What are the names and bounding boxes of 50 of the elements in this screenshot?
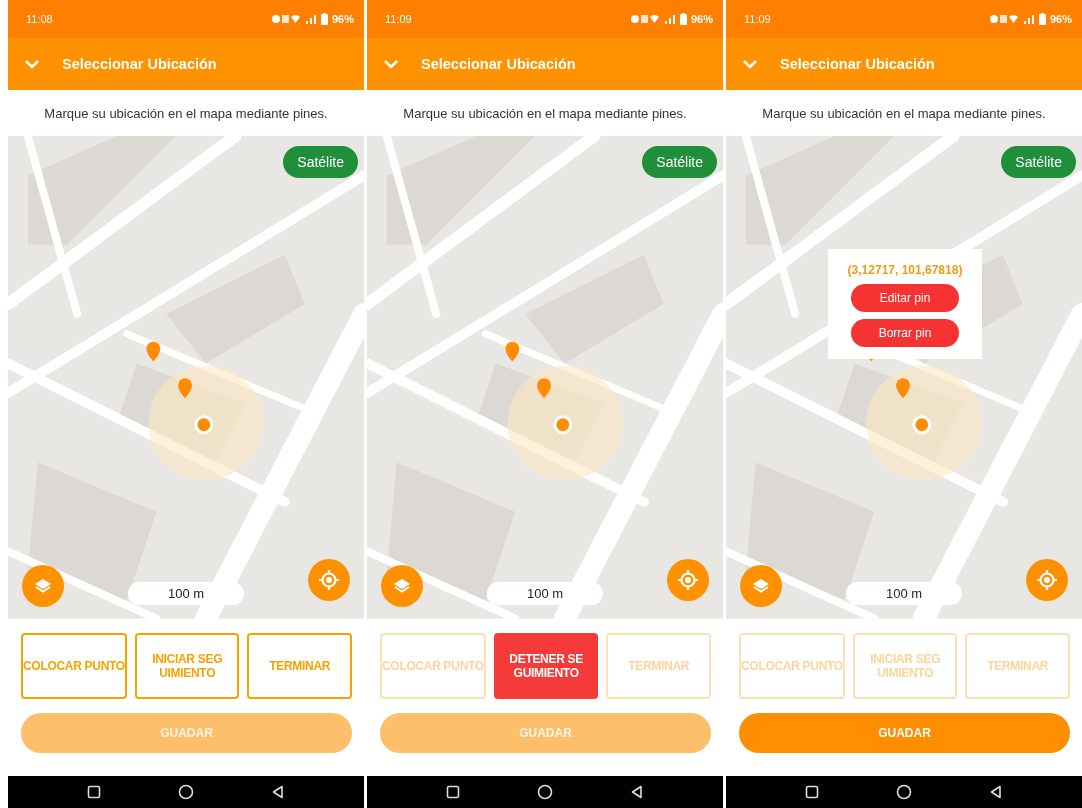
- my-location-icon: [677, 569, 699, 592]
- status-icons: [629, 13, 660, 24]
- satellite-button[interactable]: Satélite: [642, 146, 717, 179]
- battery-icon: [1038, 12, 1046, 25]
- battery-icon: [320, 12, 328, 25]
- instruction-text: Marque su ubicación en el mapa mediante pines.: [761, 104, 1047, 123]
- status-icons: [270, 13, 301, 24]
- my-location-icon: [1036, 569, 1058, 592]
- status-time: 11:08: [26, 12, 53, 25]
- home-icon[interactable]: [537, 784, 553, 801]
- instruction-text: Marque su ubicación en el mapa mediante pines.: [402, 104, 688, 123]
- map-scale: 100 m: [486, 582, 604, 606]
- signal-icon: [663, 13, 676, 24]
- action-button[interactable]: TERMINAR: [247, 633, 352, 700]
- back-icon[interactable]: [271, 785, 286, 800]
- battery-level: 96%: [690, 12, 713, 25]
- pin-coordinates: (3,12717, 101,67818): [847, 263, 963, 278]
- status-icons: [988, 13, 1019, 24]
- map-view[interactable]: Satélite 100 m: [8, 136, 364, 620]
- back-icon[interactable]: [630, 785, 645, 800]
- recents-icon[interactable]: [86, 785, 101, 800]
- satellite-button[interactable]: Satélite: [1001, 146, 1076, 179]
- signal-icon: [304, 13, 317, 24]
- map-scale: 100 m: [127, 582, 245, 606]
- my-location-icon: [318, 569, 340, 592]
- pin-action-button[interactable]: Borrar pin: [851, 319, 959, 348]
- action-button[interactable]: DETENER SE GUIMIENTO: [493, 633, 599, 700]
- map-scale: 100 m: [845, 582, 963, 606]
- header-title: Seleccionar Ubicación: [421, 55, 576, 72]
- recents-icon[interactable]: [445, 785, 460, 800]
- battery-icon: [679, 12, 687, 25]
- signal-icon: [1022, 13, 1035, 24]
- header-title: Seleccionar Ubicación: [62, 55, 217, 72]
- header-title: Seleccionar Ubicación: [780, 55, 935, 72]
- battery-level: 96%: [1049, 12, 1072, 25]
- pin-action-button[interactable]: Editar pin: [851, 284, 959, 313]
- status-time: 11:09: [385, 12, 412, 25]
- home-icon[interactable]: [896, 784, 912, 801]
- save-button[interactable]: GUADAR: [739, 713, 1070, 754]
- instruction-text: Marque su ubicación en el mapa mediante pines.: [43, 104, 329, 123]
- map-view[interactable]: Satélite 100 m (3,12717, 101,67818) Editar pin Borrar pin: [726, 136, 1082, 620]
- satellite-button[interactable]: Satélite: [283, 146, 358, 179]
- home-icon[interactable]: [178, 784, 194, 801]
- action-button[interactable]: INICIAR SEG UIMIENTO: [134, 633, 240, 700]
- map-view[interactable]: Satélite 100 m: [367, 136, 723, 620]
- recents-icon[interactable]: [804, 785, 819, 800]
- battery-level: 96%: [331, 12, 354, 25]
- action-button[interactable]: COLOCAR PUNTO: [21, 633, 127, 700]
- status-time: 11:09: [744, 12, 771, 25]
- back-icon[interactable]: [989, 785, 1004, 800]
